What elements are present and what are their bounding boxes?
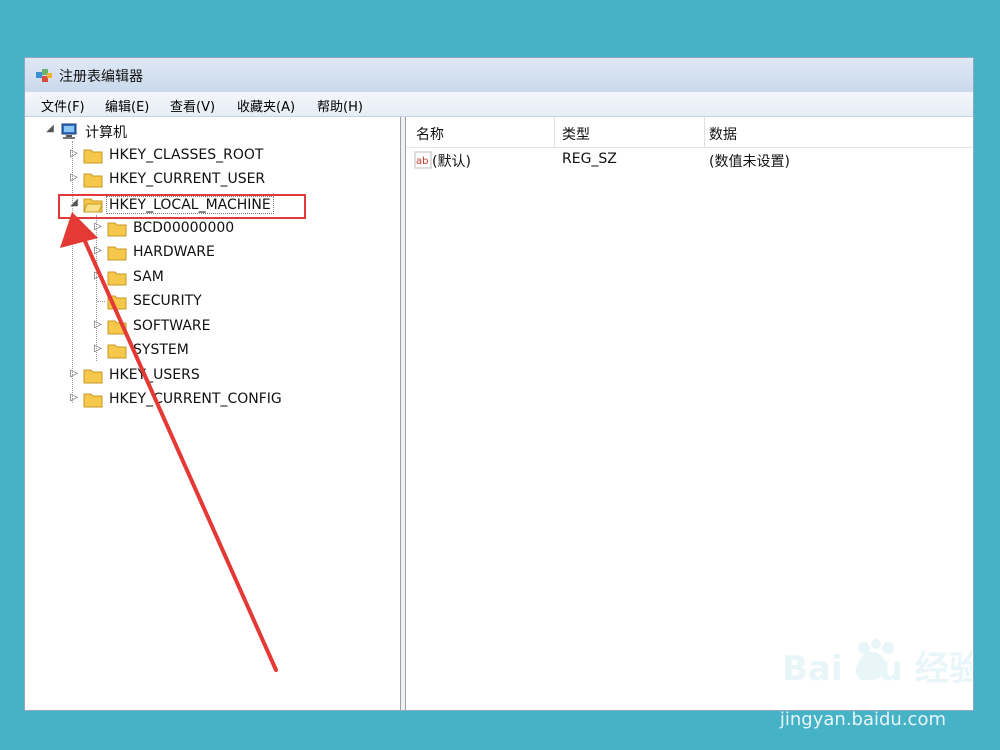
folder-icon: [107, 320, 127, 335]
values-pane[interactable]: 名称 类型 数据 ab (默认) REG_SZ (数值未设置): [406, 117, 973, 710]
folder-icon: [107, 222, 127, 237]
computer-icon: [61, 123, 77, 139]
svg-text:ab: ab: [416, 156, 428, 167]
tree-node-label: SYSTEM: [133, 342, 189, 358]
tree-node-label: SECURITY: [133, 293, 202, 309]
menu-edit[interactable]: 编辑(E): [105, 96, 149, 115]
folder-icon: [107, 295, 127, 310]
tree-node-label: HKEY_USERS: [109, 367, 200, 383]
folder-icon: [83, 393, 103, 408]
expand-arrow-icon[interactable]: ▷: [93, 270, 103, 281]
expand-arrow-icon[interactable]: ▷: [69, 392, 79, 403]
menu-help[interactable]: 帮助(H): [317, 96, 363, 115]
column-name[interactable]: 名称: [416, 124, 444, 144]
tree-root-label: 计算机: [85, 125, 127, 141]
tree-node-label: SOFTWARE: [133, 318, 211, 334]
folder-icon: [107, 246, 127, 261]
expand-arrow-icon[interactable]: ▷: [69, 148, 79, 159]
value-data: (数值未设置): [709, 154, 790, 170]
column-divider[interactable]: [554, 117, 555, 147]
tree-node-label: SAM: [133, 269, 164, 285]
collapse-arrow-icon[interactable]: ◢: [45, 123, 55, 134]
tree-node-label: BCD00000000: [133, 220, 235, 236]
expand-arrow-icon[interactable]: ▷: [93, 245, 103, 256]
string-value-icon: ab: [414, 151, 432, 169]
expand-arrow-icon[interactable]: ▷: [69, 368, 79, 379]
expand-arrow-icon[interactable]: ▷: [93, 319, 103, 330]
column-header: 名称 类型 数据: [406, 117, 973, 148]
title-bar[interactable]: 注册表编辑器: [25, 58, 973, 92]
expand-arrow-icon[interactable]: ▷: [69, 172, 79, 183]
highlight-box: [58, 194, 306, 219]
menu-bar: 文件(F) 编辑(E) 查看(V) 收藏夹(A) 帮助(H): [25, 92, 973, 117]
value-type: REG_SZ: [562, 151, 617, 167]
regedit-window: 注册表编辑器 文件(F) 编辑(E) 查看(V) 收藏夹(A) 帮助(H) ◢ …: [24, 57, 974, 711]
watermark-url: jingyan.baidu.com: [779, 709, 946, 730]
window-title: 注册表编辑器: [59, 69, 143, 85]
tree-node-label: HARDWARE: [133, 244, 215, 260]
tree-node-label: HKEY_CURRENT_CONFIG: [109, 391, 282, 407]
tree-guide-line: [97, 301, 105, 302]
expand-arrow-icon[interactable]: ▷: [93, 343, 103, 354]
folder-icon: [83, 149, 103, 164]
tree-node-label: HKEY_CURRENT_USER: [109, 171, 266, 187]
watermark-brand: Bai du 经验: [782, 649, 972, 689]
column-type[interactable]: 类型: [562, 124, 590, 144]
value-name: (默认): [432, 154, 471, 170]
folder-icon: [83, 369, 103, 384]
tree-node-label: HKEY_CLASSES_ROOT: [109, 147, 264, 163]
column-divider[interactable]: [704, 117, 705, 147]
folder-icon: [83, 173, 103, 188]
column-data[interactable]: 数据: [709, 124, 737, 144]
expand-arrow-icon[interactable]: ▷: [93, 221, 103, 232]
menu-file[interactable]: 文件(F): [41, 96, 85, 115]
folder-icon: [107, 344, 127, 359]
tree-guide-line: [96, 215, 97, 361]
regedit-app-icon: [36, 69, 52, 82]
menu-favorites[interactable]: 收藏夹(A): [237, 96, 295, 115]
baidu-watermark-logo: Bai du 经验: [772, 632, 983, 692]
folder-icon: [107, 271, 127, 286]
value-row[interactable]: ab (默认) REG_SZ (数值未设置): [406, 151, 973, 173]
menu-view[interactable]: 查看(V): [170, 96, 215, 115]
